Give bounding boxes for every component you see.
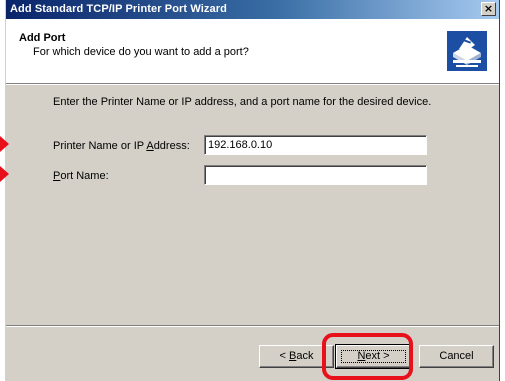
button-text: ack: [296, 350, 314, 362]
header-subtitle: For which device do you want to add a po…: [33, 46, 249, 58]
label-text: Printer Name or IP: [53, 140, 147, 152]
annotation-arrow-port: [0, 166, 9, 182]
header-title: Add Port: [19, 32, 66, 44]
cancel-button[interactable]: Cancel: [419, 345, 494, 368]
window-title: Add Standard TCP/IP Printer Port Wizard: [10, 3, 227, 15]
title-bar[interactable]: Add Standard TCP/IP Printer Port Wizard …: [6, 0, 499, 19]
printer-address-input[interactable]: 192.168.0.10: [204, 135, 427, 155]
button-text: <: [279, 350, 289, 362]
wizard-dialog: Add Standard TCP/IP Printer Port Wizard …: [5, 0, 500, 381]
wizard-header: Add Port For which device do you want to…: [6, 19, 499, 84]
port-name-input[interactable]: [204, 165, 427, 185]
label-text: ddress:: [153, 140, 190, 152]
printer-port-icon: [447, 31, 487, 71]
port-name-label: Port Name:: [53, 170, 109, 182]
printer-address-label: Printer Name or IP Address:: [53, 140, 190, 152]
footer-separator: [6, 325, 499, 327]
annotation-highlight-next: [322, 333, 413, 380]
instruction-text: Enter the Printer Name or IP address, an…: [53, 96, 432, 108]
label-text: ort Name:: [60, 170, 109, 182]
label-accelerator: A: [146, 140, 154, 152]
header-separator: [6, 84, 499, 85]
close-button[interactable]: ×: [481, 2, 496, 16]
annotation-arrow-address: [0, 136, 9, 152]
